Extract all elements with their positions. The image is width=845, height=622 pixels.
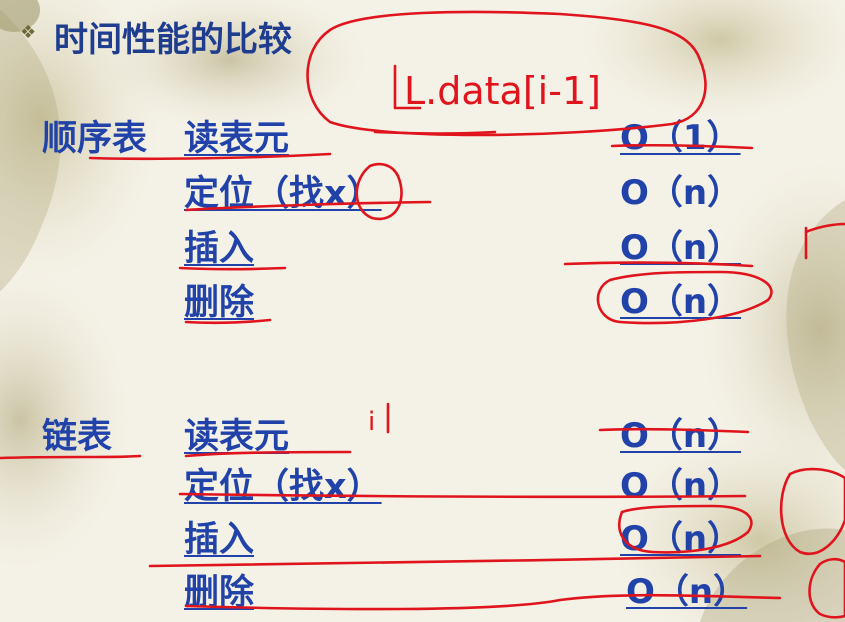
slide: ❖ 时间性能的比较 顺序表 读表元 定位（找x） 插入 删除 O（1） O（n）… [0,0,845,622]
seq-cplx-locate: O（n） [620,173,742,213]
bullet-icon: ❖ [20,22,37,43]
link-op-delete: 删除 [184,573,255,613]
seq-op-delete: 删除 [184,283,255,323]
seq-cplx-read: O（1） [620,118,741,158]
slide-title: 时间性能的比较 [54,20,292,60]
link-cplx-delete: O（n） [626,572,748,612]
seq-op-locate: 定位（找x） [184,174,382,214]
seq-cplx-insert: O（n） [620,228,742,268]
seq-cplx-delete: O（n） [620,282,742,322]
link-op-insert: 插入 [184,520,255,560]
sequential-list-label: 顺序表 [42,119,148,159]
link-op-locate: 定位（找x） [184,467,382,507]
linked-list-label: 链表 [42,417,113,457]
seq-op-read: 读表元 [184,119,290,159]
link-cplx-read: O（n） [620,416,742,456]
seq-op-insert: 插入 [184,229,255,269]
link-cplx-locate: O（n） [620,466,742,506]
link-cplx-insert: O（n） [620,519,742,559]
link-op-read: 读表元 [184,417,290,457]
